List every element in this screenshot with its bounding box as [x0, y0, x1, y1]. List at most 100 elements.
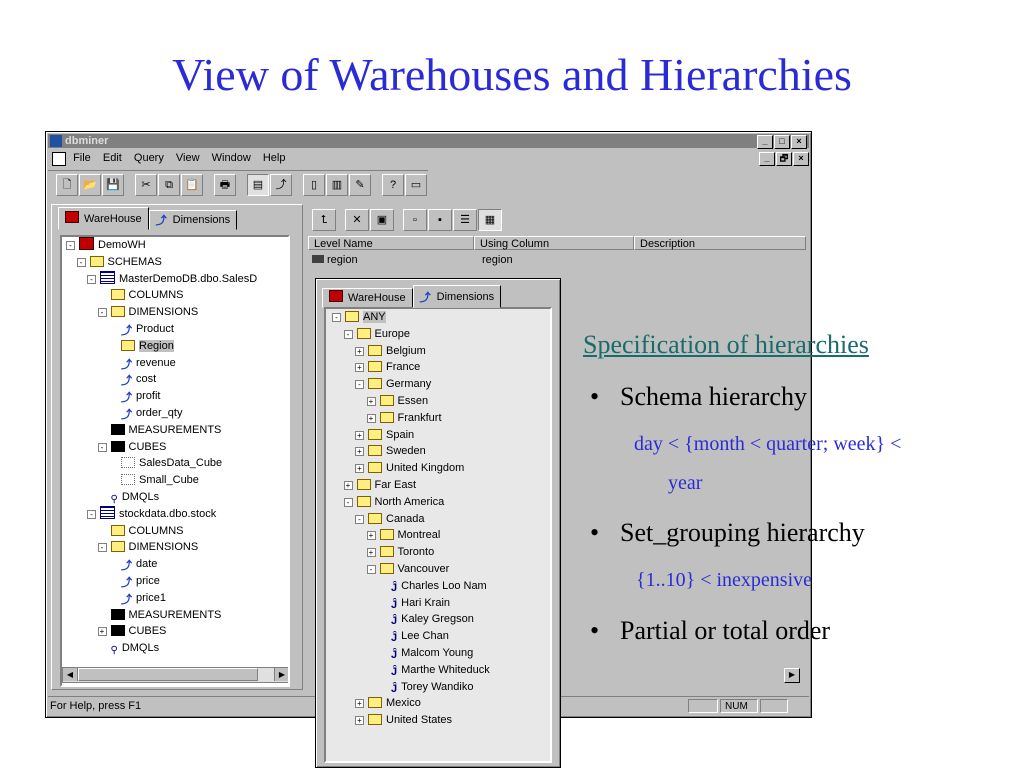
scroll-left-icon[interactable]: ◀ — [63, 668, 78, 681]
tree-node[interactable]: ⤴ price — [62, 573, 288, 590]
tree-node[interactable]: MEASUREMENTS — [62, 422, 288, 439]
tree-node[interactable]: Region — [62, 338, 288, 355]
large-icons-icon[interactable]: ▫ — [403, 209, 427, 231]
expand-icon[interactable]: + — [355, 699, 364, 709]
menu-window[interactable]: Window — [212, 152, 251, 164]
collapse-icon[interactable]: - — [97, 442, 107, 452]
warehouse-tree[interactable]: - DemoWH - SCHEMAS - MasterDemoDB.dbo.SalesD C… — [60, 235, 290, 687]
tree-node[interactable]: Ĵ Torey Wandiko — [326, 679, 550, 696]
collapse-icon[interactable]: - — [366, 564, 376, 574]
col-level-name[interactable]: Level Name — [308, 236, 474, 250]
tree-node[interactable]: + CUBES — [62, 623, 288, 640]
horizontal-scrollbar[interactable]: ◀ ▶ — [62, 667, 288, 683]
save-icon[interactable]: 💾 — [102, 174, 124, 196]
scroll-right-icon[interactable]: ▶ — [784, 668, 800, 683]
col-description[interactable]: Description — [634, 236, 806, 250]
tree-node[interactable]: - CUBES — [62, 439, 288, 456]
copy-icon[interactable]: ⧉ — [158, 174, 180, 196]
help-icon[interactable]: ? — [382, 174, 404, 196]
expand-icon[interactable]: + — [343, 480, 353, 490]
mdi-restore-button[interactable]: 🗗 — [776, 152, 792, 166]
tree-node[interactable]: COLUMNS — [62, 523, 288, 540]
keyboard-icon[interactable]: ▭ — [405, 174, 427, 196]
overlay-tab-warehouse[interactable]: WareHouse — [322, 288, 413, 308]
collapse-icon[interactable]: - — [76, 257, 86, 267]
paste-icon[interactable]: 📋 — [181, 174, 203, 196]
expand-icon[interactable]: + — [366, 548, 376, 558]
collapse-icon[interactable]: - — [343, 329, 353, 339]
document-icon[interactable] — [52, 152, 66, 166]
scroll-thumb[interactable] — [78, 668, 258, 681]
new-icon[interactable]: 🗋 — [56, 174, 78, 196]
tree-node[interactable]: Ĵ Malcom Young — [326, 645, 550, 662]
collapse-icon[interactable]: - — [355, 514, 364, 524]
tree-node[interactable]: - SCHEMAS — [62, 254, 288, 271]
table-icon[interactable]: ▥ — [326, 174, 348, 196]
expand-icon[interactable]: + — [355, 716, 364, 726]
tree-node[interactable]: + Far East — [326, 477, 550, 494]
tree-node[interactable]: + Frankfurt — [326, 410, 550, 427]
tree-node[interactable]: + Spain — [326, 427, 550, 444]
tree-node[interactable]: + United Kingdom — [326, 460, 550, 477]
delete-icon[interactable]: ✕ — [345, 209, 369, 231]
small-icons-icon[interactable]: ▪ — [428, 209, 452, 231]
tree-node[interactable]: + Sweden — [326, 443, 550, 460]
menu-view[interactable]: View — [176, 152, 200, 164]
mdi-minimize-button[interactable]: _ — [759, 152, 775, 166]
tree-node[interactable]: - North America — [326, 494, 550, 511]
list-row[interactable]: region region — [308, 252, 806, 268]
tree-node[interactable]: ⚲ DMQLs — [62, 489, 288, 506]
close-button[interactable]: × — [791, 135, 807, 149]
tree-node[interactable]: - ANY — [326, 309, 550, 326]
tree-node[interactable]: ⤴ date — [62, 556, 288, 573]
expand-icon[interactable]: + — [355, 464, 364, 474]
dimension-tree[interactable]: - ANY - Europe + Belgium + France - Germany + Essen… — [324, 307, 552, 763]
print-icon[interactable]: 🖶 — [214, 174, 236, 196]
tree-node[interactable]: Small_Cube — [62, 472, 288, 489]
collapse-icon[interactable]: - — [66, 241, 75, 250]
expand-icon[interactable]: + — [97, 627, 107, 637]
tree-node[interactable]: ⤴ revenue — [62, 355, 288, 372]
scroll-right-icon[interactable]: ▶ — [274, 668, 288, 681]
tree-node[interactable]: + Toronto — [326, 544, 550, 561]
tree-node[interactable]: ⤴ price1 — [62, 590, 288, 607]
col-using-column[interactable]: Using Column — [474, 236, 634, 250]
tree-node[interactable]: + France — [326, 359, 550, 376]
tree-node[interactable]: MEASUREMENTS — [62, 607, 288, 624]
expand-icon[interactable]: + — [366, 531, 376, 541]
tree-node[interactable]: + Essen — [326, 393, 550, 410]
menu-edit[interactable]: Edit — [103, 152, 122, 164]
wizard-icon[interactable]: ✎ — [349, 174, 371, 196]
dimension-view-icon[interactable]: ⤴ — [270, 174, 292, 196]
collapse-icon[interactable]: - — [332, 313, 341, 322]
expand-icon[interactable]: + — [366, 413, 376, 423]
tree-node[interactable]: - Canada — [326, 511, 550, 528]
tab-warehouse[interactable]: WareHouse — [58, 207, 149, 230]
collapse-icon[interactable]: - — [343, 497, 353, 507]
overlay-tab-dimensions[interactable]: ⤴ Dimensions — [412, 285, 502, 308]
open-icon[interactable]: 📂 — [79, 174, 101, 196]
tree-node[interactable]: ⤴ order_qty — [62, 405, 288, 422]
minimize-button[interactable]: _ — [757, 135, 773, 149]
tree-node[interactable]: - stockdata.dbo.stock — [62, 505, 288, 523]
page-icon[interactable]: ▯ — [303, 174, 325, 196]
expand-icon[interactable]: + — [355, 346, 364, 356]
details-view-icon[interactable]: ▦ — [478, 209, 502, 231]
tree-node[interactable]: - Vancouver — [326, 561, 550, 578]
title-bar[interactable]: dbminer _ □ × — [48, 134, 809, 149]
tree-node[interactable]: - DIMENSIONS — [62, 304, 288, 321]
expand-icon[interactable]: + — [355, 447, 364, 457]
expand-icon[interactable]: + — [366, 396, 376, 406]
menu-query[interactable]: Query — [134, 152, 164, 164]
collapse-icon[interactable]: - — [97, 543, 107, 553]
expand-icon[interactable]: + — [355, 430, 364, 440]
tree-node[interactable]: - MasterDemoDB.dbo.SalesD — [62, 270, 288, 288]
properties-icon[interactable]: ▣ — [370, 209, 394, 231]
tree-node[interactable]: SalesData_Cube — [62, 455, 288, 472]
tree-node[interactable]: - Europe — [326, 326, 550, 343]
spec-heading[interactable]: Specification of hierarchies — [583, 330, 869, 360]
menu-file[interactable]: File — [73, 152, 91, 164]
collapse-icon[interactable]: - — [87, 274, 96, 284]
tree-node[interactable]: ⤴ profit — [62, 388, 288, 405]
up-level-icon[interactable]: ⮤ — [312, 209, 336, 231]
